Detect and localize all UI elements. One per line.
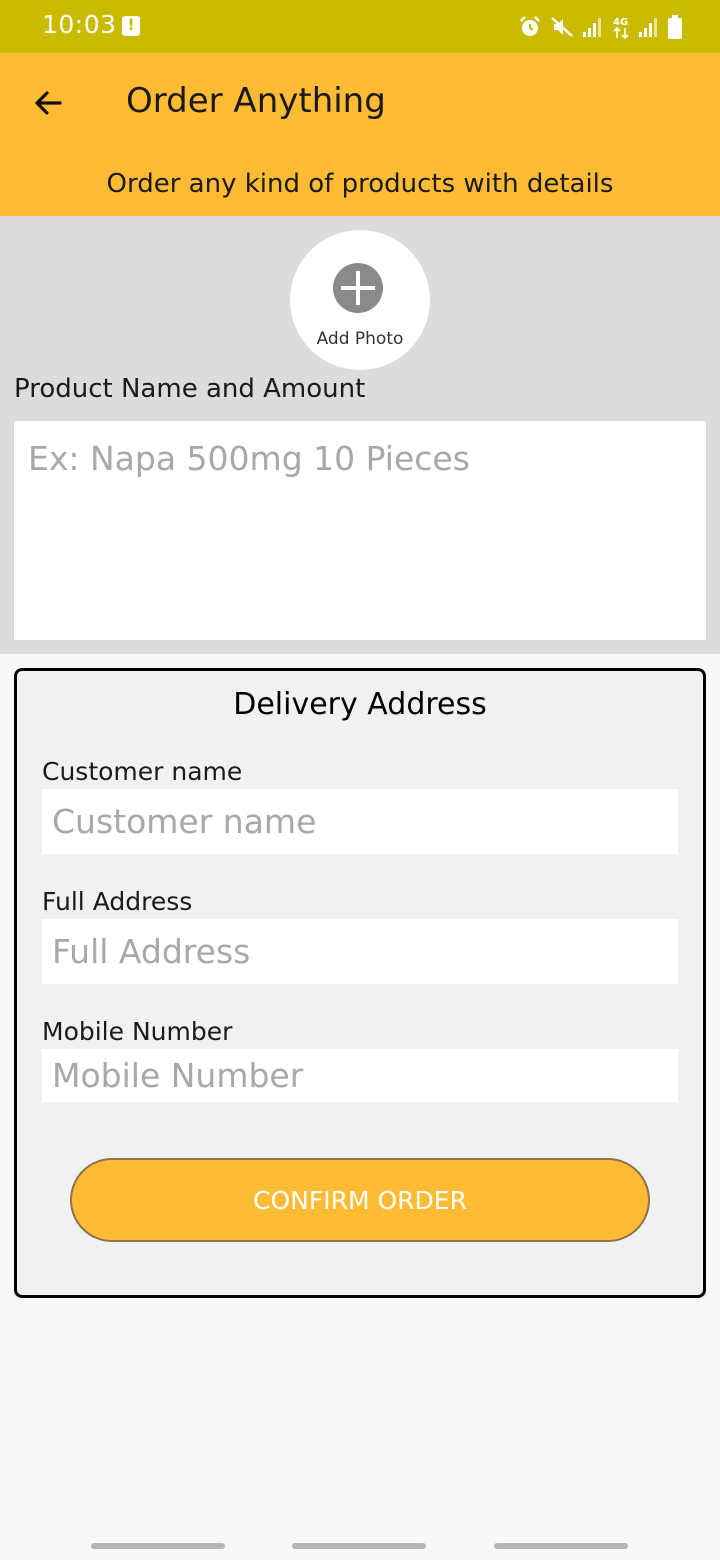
notification-alert-icon	[122, 15, 140, 36]
customer-name-label: Customer name	[42, 757, 243, 786]
back-button[interactable]	[26, 81, 72, 127]
delivery-address-title: Delivery Address	[233, 687, 487, 722]
battery-icon	[668, 15, 682, 39]
nav-home-button[interactable]	[292, 1543, 426, 1549]
delivery-address-card: Delivery Address Customer name Full Addr…	[14, 668, 706, 1298]
mobile-number-field[interactable]	[42, 1049, 678, 1102]
page-subtitle: Order any kind of products with details	[106, 169, 614, 199]
svg-text:4G: 4G	[613, 17, 628, 28]
mute-icon	[551, 17, 573, 37]
add-photo-label: Add Photo	[316, 329, 404, 349]
add-photo-button[interactable]: Add Photo	[290, 230, 430, 370]
app-bar: Order Anything Order any kind of product…	[0, 53, 720, 216]
confirm-order-button[interactable]: CONFIRM ORDER	[70, 1158, 650, 1242]
alarm-icon	[520, 16, 540, 36]
page-title: Order Anything	[126, 81, 386, 121]
product-name-input[interactable]	[14, 421, 706, 640]
signal-icon	[583, 18, 601, 37]
arrow-back-icon	[35, 91, 62, 115]
status-icons: 4G	[518, 14, 682, 40]
full-address-field[interactable]	[42, 919, 678, 984]
status-bar: 10:03 4G	[0, 0, 720, 53]
full-address-label: Full Address	[42, 887, 193, 916]
4g-icon: 4G	[613, 17, 629, 40]
nav-back-button[interactable]	[494, 1543, 628, 1549]
product-name-label: Product Name and Amount	[14, 374, 366, 404]
mobile-number-label: Mobile Number	[42, 1017, 233, 1046]
product-section: Add Photo Product Name and Amount	[0, 216, 720, 654]
nav-recents-button[interactable]	[91, 1543, 225, 1549]
system-nav-bar	[0, 1534, 720, 1560]
customer-name-field[interactable]	[42, 789, 678, 854]
plus-circle-icon	[333, 263, 383, 313]
signal-icon	[639, 18, 657, 37]
status-time: 10:03	[42, 10, 117, 39]
